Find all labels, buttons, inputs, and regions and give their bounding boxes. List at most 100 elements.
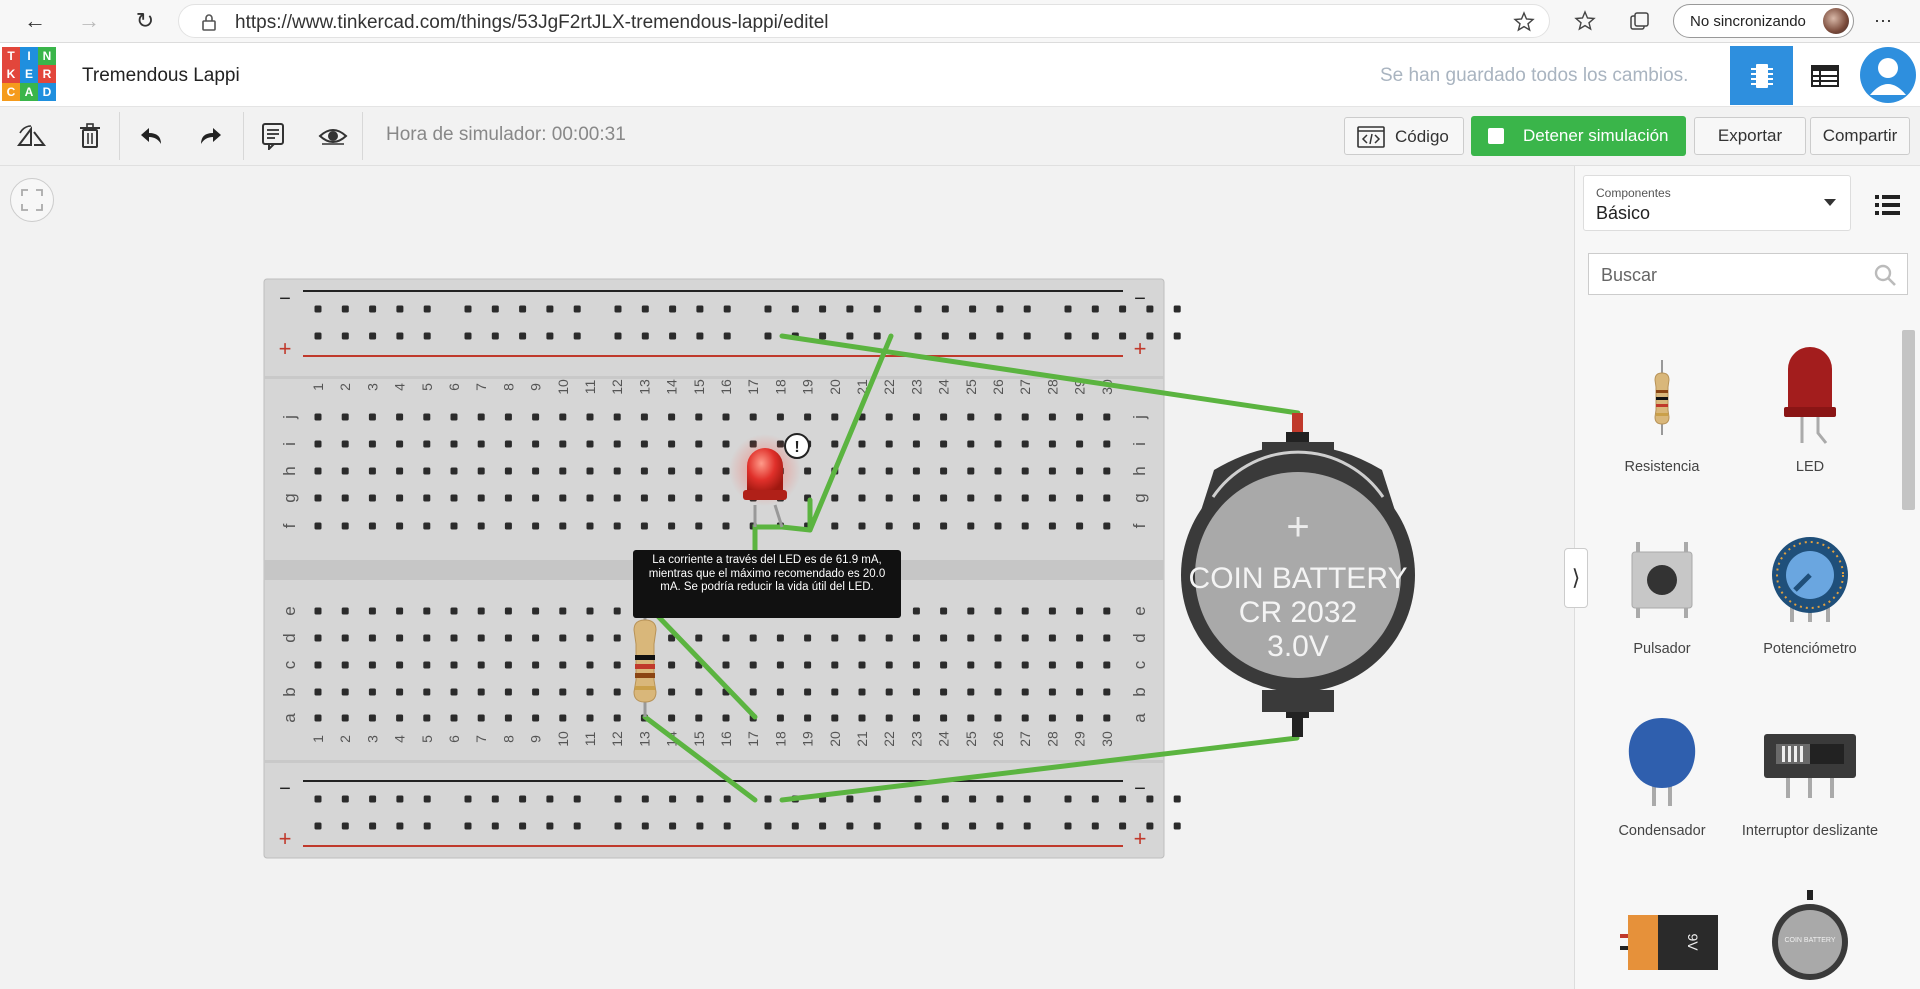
breadboard-hole[interactable] bbox=[613, 413, 621, 421]
breadboard-hole[interactable] bbox=[967, 661, 975, 669]
breadboard-hole[interactable] bbox=[1119, 305, 1127, 313]
breadboard-hole[interactable] bbox=[491, 795, 499, 803]
component-capacitor[interactable]: Condensador bbox=[1592, 712, 1732, 852]
breadboard-hole[interactable] bbox=[1146, 822, 1154, 830]
breadboard-hole[interactable] bbox=[885, 467, 893, 475]
breadboard-hole[interactable] bbox=[504, 714, 512, 722]
breadboard-hole[interactable] bbox=[885, 494, 893, 502]
breadboard-hole[interactable] bbox=[368, 440, 376, 448]
breadboard-hole[interactable] bbox=[586, 661, 594, 669]
component-pushbutton[interactable]: Pulsador bbox=[1592, 530, 1732, 670]
breadboard-hole[interactable] bbox=[396, 332, 404, 340]
breadboard-hole[interactable] bbox=[996, 305, 1004, 313]
breadboard-hole[interactable] bbox=[885, 413, 893, 421]
breadboard-hole[interactable] bbox=[450, 494, 458, 502]
breadboard-hole[interactable] bbox=[668, 467, 676, 475]
breadboard-hole[interactable] bbox=[1023, 822, 1031, 830]
breadboard-hole[interactable] bbox=[368, 607, 376, 615]
breadboard-hole[interactable] bbox=[722, 413, 730, 421]
breadboard-hole[interactable] bbox=[641, 795, 649, 803]
breadboard-hole[interactable] bbox=[1021, 413, 1029, 421]
breadboard-hole[interactable] bbox=[994, 494, 1002, 502]
breadboard-hole[interactable] bbox=[477, 440, 485, 448]
breadboard-hole[interactable] bbox=[764, 795, 772, 803]
breadboard-hole[interactable] bbox=[423, 305, 431, 313]
breadboard-hole[interactable] bbox=[885, 522, 893, 530]
breadboard-hole[interactable] bbox=[858, 494, 866, 502]
breadboard-hole[interactable] bbox=[423, 661, 431, 669]
breadboard-hole[interactable] bbox=[723, 795, 731, 803]
breadboard-hole[interactable] bbox=[423, 634, 431, 642]
breadboard-hole[interactable] bbox=[994, 413, 1002, 421]
breadboard-hole[interactable] bbox=[695, 688, 703, 696]
breadboard-hole[interactable] bbox=[559, 467, 567, 475]
breadboard-hole[interactable] bbox=[885, 440, 893, 448]
breadboard-hole[interactable] bbox=[1064, 305, 1072, 313]
breadboard-hole[interactable] bbox=[341, 822, 349, 830]
breadboard-hole[interactable] bbox=[831, 714, 839, 722]
breadboard-hole[interactable] bbox=[885, 688, 893, 696]
schematic-view-button[interactable] bbox=[1793, 46, 1856, 105]
breadboard-hole[interactable] bbox=[912, 634, 920, 642]
breadboard-hole[interactable] bbox=[504, 634, 512, 642]
breadboard-hole[interactable] bbox=[1103, 661, 1111, 669]
breadboard-hole[interactable] bbox=[912, 413, 920, 421]
breadboard-hole[interactable] bbox=[613, 467, 621, 475]
breadboard-hole[interactable] bbox=[940, 467, 948, 475]
breadboard-hole[interactable] bbox=[423, 714, 431, 722]
breadboard-hole[interactable] bbox=[1103, 467, 1111, 475]
breadboard-hole[interactable] bbox=[504, 607, 512, 615]
breadboard-hole[interactable] bbox=[614, 795, 622, 803]
circuit-view-button[interactable] bbox=[1730, 46, 1793, 105]
breadboard-hole[interactable] bbox=[586, 467, 594, 475]
breadboard-hole[interactable] bbox=[641, 332, 649, 340]
breadboard-hole[interactable] bbox=[423, 494, 431, 502]
breadboard-hole[interactable] bbox=[1064, 822, 1072, 830]
breadboard-hole[interactable] bbox=[764, 305, 772, 313]
breadboard-hole[interactable] bbox=[586, 634, 594, 642]
breadboard-hole[interactable] bbox=[1023, 332, 1031, 340]
breadboard-hole[interactable] bbox=[723, 305, 731, 313]
breadboard-hole[interactable] bbox=[477, 634, 485, 642]
components-dropdown[interactable]: Componentes Básico bbox=[1583, 175, 1851, 231]
breadboard-hole[interactable] bbox=[1173, 305, 1181, 313]
breadboard-hole[interactable] bbox=[641, 822, 649, 830]
breadboard-hole[interactable] bbox=[914, 332, 922, 340]
breadboard-hole[interactable] bbox=[450, 634, 458, 642]
breadboard-hole[interactable] bbox=[696, 305, 704, 313]
breadboard-hole[interactable] bbox=[749, 413, 757, 421]
breadboard-hole[interactable] bbox=[1048, 714, 1056, 722]
breadboard-hole[interactable] bbox=[1048, 688, 1056, 696]
breadboard-hole[interactable] bbox=[1048, 607, 1056, 615]
breadboard-hole[interactable] bbox=[967, 607, 975, 615]
breadboard-hole[interactable] bbox=[858, 522, 866, 530]
breadboard-hole[interactable] bbox=[314, 332, 322, 340]
breadboard-hole[interactable] bbox=[940, 634, 948, 642]
breadboard-hole[interactable] bbox=[341, 305, 349, 313]
breadboard-hole[interactable] bbox=[464, 795, 472, 803]
breadboard-hole[interactable] bbox=[1048, 661, 1056, 669]
breadboard-hole[interactable] bbox=[1021, 440, 1029, 448]
breadboard-hole[interactable] bbox=[873, 332, 881, 340]
breadboard-hole[interactable] bbox=[858, 714, 866, 722]
breadboard-hole[interactable] bbox=[749, 661, 757, 669]
breadboard-hole[interactable] bbox=[846, 795, 854, 803]
breadboard-hole[interactable] bbox=[341, 413, 349, 421]
breadboard-hole[interactable] bbox=[819, 305, 827, 313]
breadboard-hole[interactable] bbox=[368, 522, 376, 530]
breadboard-hole[interactable] bbox=[940, 440, 948, 448]
breadboard-hole[interactable] bbox=[504, 413, 512, 421]
breadboard-hole[interactable] bbox=[914, 795, 922, 803]
breadboard-hole[interactable] bbox=[396, 494, 404, 502]
breadboard-hole[interactable] bbox=[967, 440, 975, 448]
share-button[interactable]: Compartir bbox=[1810, 117, 1910, 155]
breadboard-hole[interactable] bbox=[464, 822, 472, 830]
breadboard-hole[interactable] bbox=[858, 467, 866, 475]
breadboard-hole[interactable] bbox=[1076, 467, 1084, 475]
breadboard-hole[interactable] bbox=[477, 413, 485, 421]
component-slide-switch[interactable]: Interruptor deslizante bbox=[1740, 712, 1880, 852]
breadboard-hole[interactable] bbox=[314, 467, 322, 475]
breadboard-hole[interactable] bbox=[1091, 822, 1099, 830]
breadboard-hole[interactable] bbox=[885, 634, 893, 642]
breadboard-hole[interactable] bbox=[1103, 413, 1111, 421]
